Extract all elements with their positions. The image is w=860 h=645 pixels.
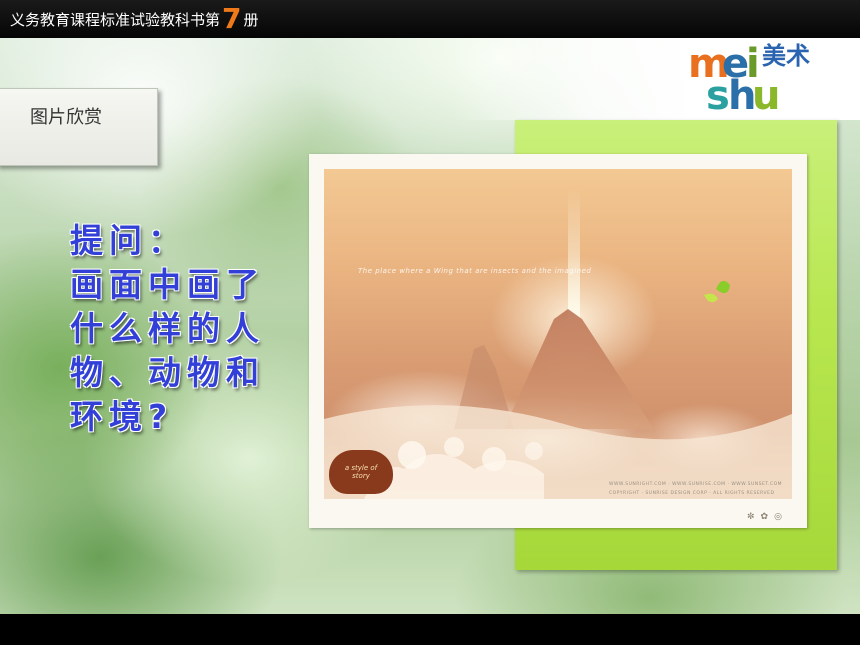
question-line: 提问： <box>70 221 187 260</box>
artwork-frame: The place where a Wing that are insects … <box>309 154 807 528</box>
butterfly-wing <box>716 280 730 294</box>
brand-mark-text: a style of story <box>344 464 378 480</box>
credit-line: COPYRIGHT · SUNRISE DESIGN CORP · ALL RI… <box>609 491 775 496</box>
mountain-main <box>504 309 654 429</box>
question-line: 什么样的人 <box>70 309 265 348</box>
artwork-caption: The place where a Wing that are insects … <box>358 267 592 275</box>
volume-number: 7 <box>222 2 242 35</box>
artwork-scene <box>324 189 792 499</box>
question-line: 画面中画了 <box>70 265 265 304</box>
dandelion-puff <box>398 441 426 469</box>
footer-bar <box>0 614 860 645</box>
artwork-brand-mark: a style of story <box>329 450 393 494</box>
leaf-icon: ✿ <box>760 512 775 522</box>
artwork-image: The place where a Wing that are insects … <box>324 169 792 499</box>
artwork-icons: ✼✿◎ <box>747 512 788 522</box>
meishu-logo: m e i s h u 美术 <box>688 40 848 119</box>
dandelion-puff <box>525 442 543 460</box>
header-title-suffix: 册 <box>243 11 259 29</box>
butterfly-wing <box>704 293 718 303</box>
swirl-icon: ✼ <box>747 512 761 522</box>
logo-letter-u: u <box>752 73 781 119</box>
dandelion-puff <box>444 437 464 457</box>
slide-canvas: m e i s h u 美术 图片欣赏 提问： 画面中画了 什么样的人 物、动物… <box>0 38 860 614</box>
section-tab: 图片欣赏 <box>0 88 158 166</box>
question-line: 环境? <box>70 397 174 436</box>
section-label: 图片欣赏 <box>30 107 102 128</box>
artwork-credits: WWW.SUNRIGHT.COM · WWW.SUNRISE.COM · WWW… <box>609 480 799 498</box>
header-title-prefix: 义务教育课程标准试验教科书第 <box>10 11 221 29</box>
light-beam <box>568 189 580 319</box>
question-text: 提问： 画面中画了 什么样的人 物、动物和 环境? <box>70 219 290 439</box>
circle-icon: ◎ <box>774 512 788 522</box>
question-line: 物、动物和 <box>70 353 265 392</box>
logo-letter-s: s <box>706 73 730 119</box>
logo-chinese-text: 美术 <box>762 41 810 70</box>
dandelion-puff <box>482 447 506 471</box>
header-bar: 义务教育课程标准试验教科书第7 册 <box>0 0 860 38</box>
credit-line: WWW.SUNRIGHT.COM · WWW.SUNRISE.COM · WWW… <box>609 482 783 487</box>
